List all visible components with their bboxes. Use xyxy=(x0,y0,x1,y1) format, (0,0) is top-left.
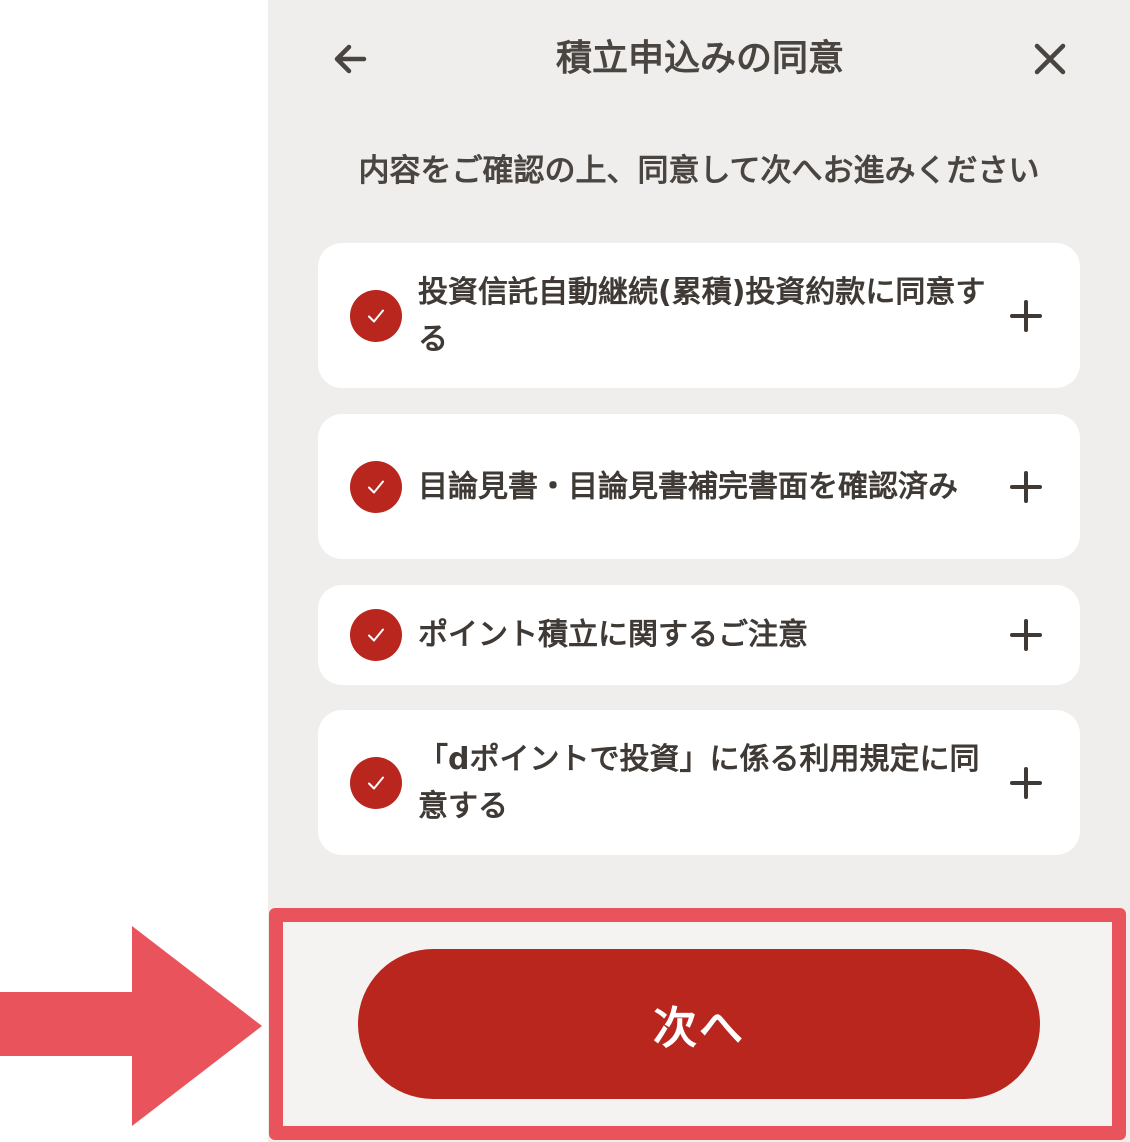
agreement-label: 「dポイントで投資」に係る利用規定に同意する xyxy=(418,741,980,824)
checkmark-icon xyxy=(350,609,402,661)
plus-icon[interactable] xyxy=(1008,765,1044,801)
arrow-left-icon[interactable] xyxy=(330,39,370,79)
agreement-label: ポイント積立に関するご注意 xyxy=(418,617,808,653)
checkmark-icon xyxy=(350,756,402,809)
plus-icon[interactable] xyxy=(1008,469,1044,505)
next-button[interactable]: 次へ xyxy=(358,949,1040,1099)
agreement-item-dpoint-terms[interactable]: 「dポイントで投資」に係る利用規定に同意する xyxy=(318,710,1080,855)
agreement-label: 投資信託自動継続(累積)投資約款に同意する xyxy=(418,274,986,357)
plus-icon[interactable] xyxy=(1008,298,1044,334)
agreement-item-trust-terms[interactable]: 投資信託自動継続(累積)投資約款に同意する xyxy=(318,243,1080,388)
agreement-label: 目論見書・目論見書補完書面を確認済み xyxy=(418,469,958,504)
agreement-item-point-notice[interactable]: ポイント積立に関するご注意 xyxy=(318,585,1080,685)
page-title: 積立申込みの同意 xyxy=(555,38,844,79)
checkmark-icon xyxy=(350,289,402,342)
instruction-text: 内容をご確認の上、同意して次へお進みください xyxy=(358,153,1040,189)
close-icon[interactable] xyxy=(1030,39,1070,79)
agreement-item-prospectus[interactable]: 目論見書・目論見書補完書面を確認済み xyxy=(318,414,1080,559)
pointer-arrow-icon xyxy=(0,926,262,1126)
plus-icon[interactable] xyxy=(1008,617,1044,653)
checkmark-icon xyxy=(350,460,402,513)
